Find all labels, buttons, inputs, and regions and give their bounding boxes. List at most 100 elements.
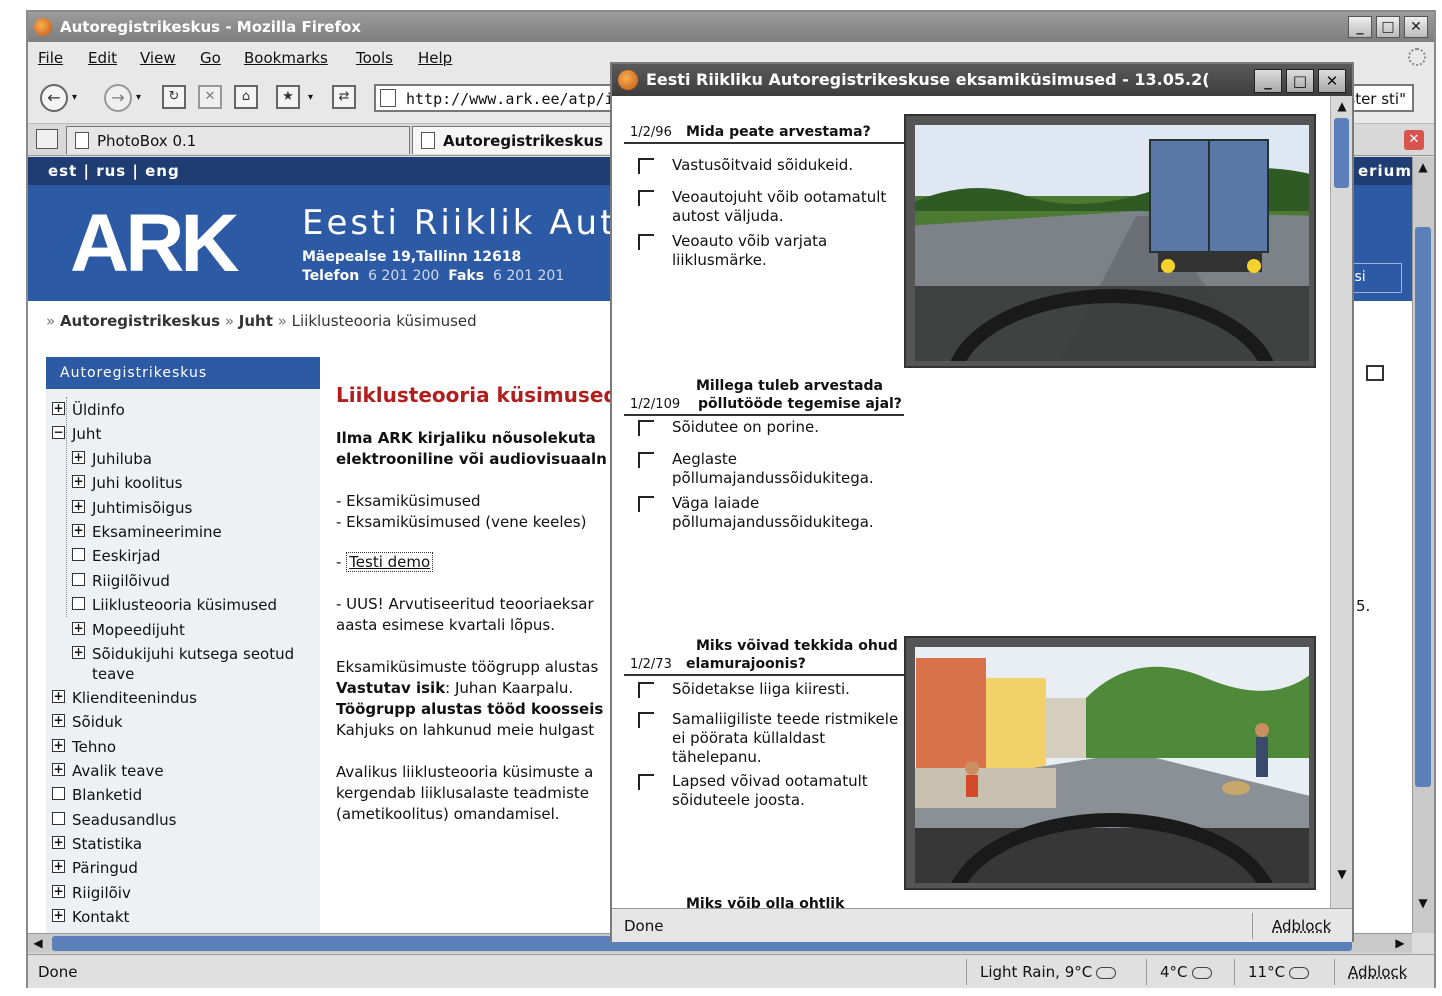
menu-bookmarks[interactable]: Bookmarks [244, 49, 328, 67]
expand-icon[interactable]: + [52, 714, 65, 727]
collapse-icon[interactable]: − [52, 426, 65, 439]
forward-icon[interactable]: → [104, 84, 132, 112]
status-text: Done [38, 963, 78, 981]
weather-forecast-1-text: 4°C [1160, 963, 1188, 981]
menu-edit[interactable]: Edit [88, 49, 117, 67]
question-1-image [904, 114, 1316, 368]
breadcrumb-current: Liiklusteooria küsimused [291, 312, 477, 330]
scroll-right-icon[interactable]: ▶ [1392, 935, 1408, 951]
popup-vertical-scrollbar[interactable]: ▲ ▼ [1330, 96, 1352, 908]
expand-icon[interactable]: + [72, 500, 85, 513]
scroll-down-icon[interactable]: ▼ [1415, 895, 1431, 911]
stop-icon[interactable]: ✕ [198, 85, 222, 109]
demo-test-link[interactable]: Testi demo [346, 552, 434, 572]
close-button[interactable]: ✕ [1404, 16, 1428, 38]
reload-icon[interactable]: ↻ [162, 85, 186, 109]
residential-street-illustration [906, 638, 1314, 888]
expand-icon[interactable]: + [52, 739, 65, 752]
url-text: http://www.ark.ee/atp/in [406, 90, 623, 108]
sync-icon[interactable]: ⇄ [332, 85, 356, 109]
sidebar-item-label: Üldinfo [72, 401, 125, 419]
language-links[interactable]: est | rus | eng [48, 162, 180, 180]
maximize-button[interactable]: □ [1376, 16, 1400, 38]
scroll-thumb[interactable] [1415, 227, 1431, 787]
popup-maximize-button[interactable]: □ [1286, 69, 1314, 93]
menu-go[interactable]: Go [200, 49, 221, 67]
checkbox[interactable] [638, 420, 654, 436]
minimize-button[interactable]: _ [1348, 16, 1372, 38]
weather-forecast-1[interactable]: 4°C [1160, 963, 1212, 981]
expand-icon[interactable]: + [72, 622, 85, 635]
checkbox[interactable] [638, 190, 654, 206]
expand-icon[interactable]: + [72, 646, 85, 659]
new-tab-icon[interactable] [36, 129, 58, 149]
truck-road-illustration [906, 116, 1314, 366]
breadcrumb-link-2[interactable]: Juht [239, 312, 273, 330]
popup-scroll-up-icon[interactable]: ▲ [1334, 98, 1350, 114]
leaf-icon[interactable] [72, 573, 85, 586]
expand-icon[interactable]: + [72, 524, 85, 537]
checkbox[interactable] [638, 158, 654, 174]
checkbox[interactable] [638, 452, 654, 468]
checkbox[interactable] [638, 234, 654, 250]
expand-icon[interactable]: + [52, 402, 65, 415]
forward-dropdown-icon[interactable]: ▾ [136, 92, 141, 103]
bookmark-icon[interactable]: ★ [276, 85, 300, 109]
checkbox[interactable] [638, 712, 654, 728]
scroll-left-icon[interactable]: ◀ [30, 935, 46, 951]
expand-icon[interactable]: + [72, 451, 85, 464]
exam-questions-link[interactable]: - Eksamiküsimused [336, 492, 481, 510]
expand-icon[interactable]: + [52, 836, 65, 849]
print-icon[interactable] [1366, 365, 1384, 381]
bookmark-dropdown-icon[interactable]: ▾ [308, 92, 313, 103]
home-icon[interactable]: ⌂ [234, 85, 258, 109]
leaf-icon[interactable] [52, 812, 65, 825]
popup-minimize-button[interactable]: _ [1254, 69, 1282, 93]
menu-view[interactable]: View [140, 49, 176, 67]
ark-logo[interactable]: ARK [70, 203, 240, 285]
expand-icon[interactable]: + [72, 475, 85, 488]
leaf-icon[interactable] [72, 548, 85, 561]
menu-tools[interactable]: Tools [356, 49, 393, 67]
expand-icon[interactable]: + [52, 885, 65, 898]
paragraph-line-3: Töögrupp alustas tööd koosseis [336, 700, 604, 718]
popup-scroll-down-icon[interactable]: ▼ [1334, 866, 1350, 882]
tab-autoregistrikeskus[interactable]: Autoregistrikeskus [412, 126, 632, 154]
weather-forecast-2[interactable]: 11°C [1248, 963, 1310, 981]
question-3-image [904, 636, 1316, 890]
leaf-icon[interactable] [72, 597, 85, 610]
menu-file[interactable]: File [38, 49, 63, 67]
back-icon[interactable]: ← [40, 84, 68, 112]
popup-scroll-thumb[interactable] [1334, 118, 1349, 188]
checkbox[interactable] [638, 682, 654, 698]
menu-help[interactable]: Help [418, 49, 452, 67]
sidebar-item-label: Eksamineerimine [92, 523, 222, 541]
close-tab-icon[interactable]: ✕ [1404, 130, 1424, 150]
sidebar-item-label: Riigilõiv [72, 884, 131, 902]
popup-close-button[interactable]: ✕ [1318, 69, 1346, 93]
vertical-scrollbar[interactable]: ▲ ▼ [1412, 157, 1434, 933]
demo-line: - Testi demo [336, 552, 434, 572]
status-divider [1252, 913, 1253, 939]
weather-current[interactable]: Light Rain, 9°C [980, 963, 1117, 981]
scroll-up-icon[interactable]: ▲ [1415, 159, 1431, 175]
exam-questions-russian-link[interactable]: - Eksamiküsimused (vene keeles) [336, 513, 586, 531]
sidebar-item-label: Riigilõivud [92, 572, 170, 590]
paragraph-line-1: Eksamiküsimuste töögrupp alustas [336, 658, 599, 676]
page-icon [380, 89, 396, 107]
expand-icon[interactable]: + [52, 690, 65, 703]
sidebar-item-label: Klienditeenindus [72, 689, 197, 707]
sidebar-item-label: Juhiluba [92, 450, 152, 468]
checkbox[interactable] [638, 496, 654, 512]
tab-photobox[interactable]: PhotoBox 0.1 [66, 126, 410, 154]
expand-icon[interactable]: + [52, 763, 65, 776]
expand-icon[interactable]: + [52, 909, 65, 922]
breadcrumb-link-1[interactable]: Autoregistrikeskus [60, 312, 220, 330]
checkbox[interactable] [638, 774, 654, 790]
adblock-button[interactable]: Adblock [1348, 963, 1407, 981]
back-dropdown-icon[interactable]: ▾ [72, 92, 77, 103]
popup-adblock-button[interactable]: Adblock [1272, 917, 1331, 935]
leaf-icon[interactable] [52, 787, 65, 800]
sidebar-item-label: Kontakt [72, 908, 130, 926]
expand-icon[interactable]: + [52, 860, 65, 873]
